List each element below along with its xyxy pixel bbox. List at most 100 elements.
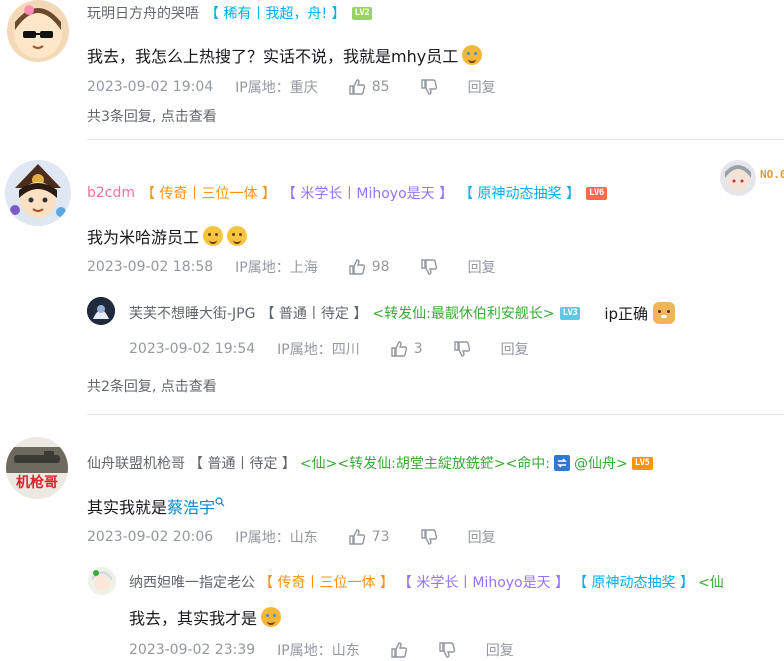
level-badge: LV5 — [631, 456, 653, 470]
user-tag: 【 稀有丨我超，舟! 】 — [205, 6, 346, 22]
user-tag: 【 传奇丨三位一体 】 — [259, 575, 394, 591]
view-more-replies[interactable]: 共2条回复, 点击查看 — [87, 376, 217, 396]
sweat-emoji-icon — [227, 226, 248, 246]
level-badge: LV6 — [586, 186, 607, 200]
reply-button[interactable]: 回复 — [468, 527, 496, 547]
username[interactable]: b2cdm — [87, 185, 135, 201]
username[interactable]: 玩明日方舟的哭唔 — [87, 3, 199, 23]
reply-header: 芙芙不想睡大街-JPG 【 普通丨待定 】 <转发仙:最靓休伯利安舰长> LV3… — [129, 302, 676, 324]
like-count: 85 — [371, 79, 390, 95]
dislike-button[interactable] — [453, 340, 471, 358]
avatar-caption: 机枪哥 — [16, 474, 58, 491]
like-button[interactable]: 98 — [348, 258, 390, 276]
reply-button[interactable]: 回复 — [486, 640, 514, 660]
reply-meta: 2023-09-02 23:39 IP属地：山东 回复 — [129, 640, 514, 660]
crying-emoji-icon — [261, 607, 282, 627]
reply-text: 我去，其实我才是 — [129, 609, 258, 628]
comment-meta: 2023-09-02 18:58 IP属地：上海 98 回复 — [87, 257, 496, 277]
reply-content: 我去，其实我才是 — [129, 605, 282, 629]
comment-content: 我为米哈游员工 — [87, 224, 248, 248]
user-tag: 【 普通丨待定 】 — [260, 306, 368, 322]
decoration-badge — [720, 160, 756, 196]
sweat-emoji-icon — [203, 226, 224, 246]
ip-location: IP属地：重庆 — [235, 80, 318, 96]
like-count: 73 — [371, 529, 390, 545]
user-tag: 【 米学长丨Mihoyo是天 】 — [281, 186, 454, 202]
comment-date: 2023-09-02 20:06 — [87, 529, 214, 545]
comment-meta: 2023-09-02 19:04 IP属地：重庆 85 回复 — [87, 77, 496, 97]
thumbs-up-icon — [349, 79, 365, 95]
divider — [87, 139, 784, 140]
reply-date: 2023-09-02 19:54 — [129, 341, 256, 357]
reply-button[interactable]: 回复 — [501, 339, 529, 359]
comment-date: 2023-09-02 19:04 — [87, 79, 214, 95]
thumbs-down-icon — [420, 79, 437, 95]
avatar[interactable] — [5, 160, 71, 226]
user-tag: 【 原神动态抽奖 】 — [573, 575, 694, 591]
reply-avatar[interactable] — [87, 297, 115, 325]
ip-location: IP属地：上海 — [235, 260, 318, 276]
like-button[interactable]: 85 — [348, 78, 390, 96]
avatar[interactable] — [7, 0, 69, 62]
username[interactable]: 芙芙不想睡大街-JPG — [129, 303, 255, 323]
username[interactable]: 纳西妲唯一指定老公 — [129, 572, 255, 592]
comment-date: 2023-09-02 18:58 — [87, 259, 214, 275]
dislike-button[interactable] — [420, 258, 438, 276]
thumbs-down-icon — [439, 642, 455, 658]
comment-text: 其实我就是 — [87, 498, 168, 517]
like-count: 98 — [371, 259, 390, 275]
like-button[interactable]: 73 — [348, 528, 390, 546]
dislike-button[interactable] — [420, 528, 438, 546]
ip-location: IP属地：四川 — [277, 342, 360, 358]
crying-emoji-icon — [462, 45, 483, 65]
level-badge: LV2 — [351, 6, 373, 20]
user-tag: <仙><转发仙:胡堂主綻放銑鋩><命中: — [299, 456, 550, 472]
repost-icon — [554, 455, 570, 471]
user-tag: <转发仙:最靓休伯利安舰长> — [372, 306, 555, 322]
ip-location: IP属地：山东 — [235, 530, 318, 546]
like-button[interactable] — [390, 641, 408, 659]
reply-button[interactable]: 回复 — [468, 77, 496, 97]
thumbs-down-icon — [453, 341, 470, 357]
reply-meta: 2023-09-02 19:54 IP属地：四川 3 回复 — [129, 339, 529, 359]
thumbs-down-icon — [420, 529, 437, 545]
thumbs-up-icon — [349, 529, 365, 545]
comment-meta: 2023-09-02 20:06 IP属地：山东 73 回复 — [87, 527, 496, 547]
level-badge: LV3 — [559, 306, 581, 320]
thumbs-down-icon — [420, 259, 437, 275]
user-tag: 【 原神动态抽奖 】 — [459, 186, 580, 202]
thumbs-up-icon — [391, 642, 407, 658]
comment-header: 仙舟联盟机枪哥 【 普通丨待定 】 <仙><转发仙:胡堂主綻放銑鋩><命中: @… — [87, 453, 653, 473]
divider — [87, 414, 784, 415]
user-tag: 【 普通丨待定 】 — [189, 456, 296, 472]
comment-header: b2cdm 【 传奇丨三位一体 】 【 米学长丨Mihoyo是天 】 【 原神动… — [87, 183, 607, 203]
fan-badge-number: NO.013 — [760, 169, 784, 181]
user-tag: 【 传奇丨三位一体 】 — [141, 186, 276, 202]
comment-text: 我去，我怎么上热搜了？实话不说，我就是mhy员工 — [87, 47, 459, 66]
ip-location: IP属地：山东 — [277, 643, 360, 659]
comment-header: 玩明日方舟的哭唔 【 稀有丨我超，舟! 】 LV2 — [87, 3, 373, 23]
dislike-button[interactable] — [438, 641, 456, 659]
search-icon — [215, 497, 225, 507]
comment-content: 我去，我怎么上热搜了？实话不说，我就是mhy员工 — [87, 43, 483, 67]
thumbs-up-icon — [349, 259, 365, 275]
user-tag: <仙 — [697, 575, 724, 591]
doge-emoji-icon — [653, 302, 676, 324]
reply-text: ip正确 — [604, 304, 649, 323]
dislike-button[interactable] — [420, 78, 438, 96]
reply-date: 2023-09-02 23:39 — [129, 642, 256, 658]
search-link[interactable]: 蔡浩宇 — [167, 494, 215, 518]
user-tag: 【 米学长丨Mihoyo是天 】 — [397, 575, 570, 591]
view-more-replies[interactable]: 共3条回复, 点击查看 — [87, 106, 217, 126]
avatar[interactable]: 机枪哥 — [6, 437, 68, 499]
username[interactable]: 仙舟联盟机枪哥 — [87, 453, 185, 473]
user-tag: @仙舟> — [574, 456, 628, 472]
thumbs-up-icon — [391, 341, 407, 357]
comment-content: 其实我就是 蔡浩宇 — [87, 494, 225, 518]
like-count: 3 — [413, 341, 423, 357]
reply-button[interactable]: 回复 — [468, 257, 496, 277]
reply-avatar[interactable] — [88, 567, 116, 595]
like-button[interactable]: 3 — [390, 340, 423, 358]
reply-header: 纳西妲唯一指定老公 【 传奇丨三位一体 】 【 米学长丨Mihoyo是天 】 【… — [129, 572, 724, 592]
comment-text: 我为米哈游员工 — [87, 228, 200, 247]
